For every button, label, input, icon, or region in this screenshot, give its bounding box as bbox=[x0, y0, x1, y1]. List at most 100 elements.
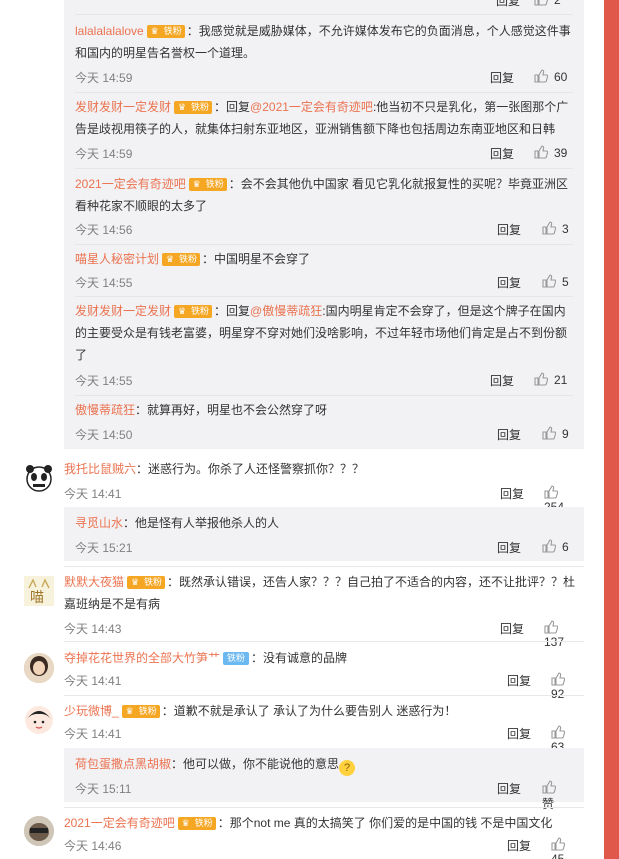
username-link[interactable]: 默默大夜猫 bbox=[64, 575, 124, 589]
fan-badge-icon: ♛ bbox=[125, 706, 134, 716]
like-count: 92 bbox=[551, 687, 565, 701]
fan-badge: ♛ 铁粉 bbox=[146, 25, 185, 38]
like-count: 2 bbox=[554, 0, 561, 7]
timestamp: 今天 14:41 bbox=[64, 487, 122, 501]
like-button[interactable]: 9 bbox=[542, 426, 569, 441]
reply-text: 寻觅山水：他是怪有人举报他杀人的人 bbox=[75, 516, 280, 530]
reply-button[interactable]: 回复 bbox=[497, 426, 521, 443]
like-button[interactable]: 39 bbox=[534, 145, 567, 160]
username-link[interactable]: lalalalalalove bbox=[75, 24, 144, 38]
username-link[interactable]: 荷包蛋撒点黑胡椒 bbox=[75, 757, 171, 771]
reply-text: 荷包蛋撒点黑胡椒：他可以做，你不能说他的意思? bbox=[75, 753, 573, 776]
thumbs-up-icon bbox=[542, 426, 556, 440]
reply-item: 荷包蛋撒点黑胡椒：他可以做，你不能说他的意思? 今天 15:11 回复 赞 bbox=[75, 753, 573, 811]
like-button[interactable]: 6 bbox=[542, 539, 569, 554]
thumbs-up-icon bbox=[544, 620, 558, 634]
fan-badge-icon: ♛ bbox=[177, 306, 187, 316]
fan-badge: ♛ 铁粉 bbox=[121, 705, 160, 718]
reply-text: 2021一定会有奇迹吧 ♛ 铁粉 ：会不会其他仇中国家 看见它乳化就报复性的买呢？毕竟… bbox=[75, 177, 569, 213]
username-link[interactable]: 发财发财一定发财 bbox=[75, 304, 171, 318]
divider bbox=[75, 14, 573, 15]
comment-item: 少玩微博_ ♛ 铁粉 ：道歉不就是承认了 承认了为什么要告别人 迷惑行为！ 今天 14… bbox=[64, 700, 584, 754]
fan-badge-icon: ♛ bbox=[181, 818, 190, 828]
reply-button[interactable]: 回复 bbox=[497, 539, 521, 556]
reply-button[interactable]: 回复 bbox=[497, 274, 521, 291]
reply-text: 发财发财一定发财 ♛ 铁粉 ：回复@傲慢蒂疏狂:国内明星肯定不会穿了，但是这个牌子在国… bbox=[75, 304, 568, 362]
reply-thread: 荷包蛋撒点黑胡椒：他可以做，你不能说他的意思? 今天 15:11 回复 赞 bbox=[64, 748, 584, 811]
thinking-emoji-icon: ? bbox=[339, 760, 356, 776]
like-button[interactable]: 2 bbox=[534, 0, 561, 7]
reply-button[interactable]: 回复 bbox=[507, 725, 531, 742]
username-link[interactable]: 少玩微博_ bbox=[64, 704, 119, 718]
divider bbox=[75, 395, 573, 396]
reply-button[interactable]: 回复 bbox=[500, 485, 524, 502]
like-button[interactable]: 92 bbox=[551, 672, 584, 701]
reply-thread: 回复 2 lalalalalalove ♛ 铁粉 ：我感觉就是威胁媒体，不允许媒体发布… bbox=[64, 0, 584, 449]
reply-item: 傲慢蒂疏狂：就算再好，明星也不会公然穿了呀 今天 14:50 回复 9 bbox=[75, 399, 573, 442]
reply-button[interactable]: 回复 bbox=[507, 672, 531, 689]
panda-avatar-icon bbox=[26, 465, 52, 492]
username-link[interactable]: 傲慢蒂疏狂 bbox=[75, 403, 135, 417]
avatar[interactable] bbox=[24, 705, 54, 735]
username-link[interactable]: 寻觅山水 bbox=[75, 516, 123, 530]
timestamp: 今天 14:41 bbox=[64, 674, 122, 688]
username-link[interactable]: 发财发财一定发财 bbox=[75, 100, 171, 114]
reply-item: 2021一定会有奇迹吧 ♛ 铁粉 ：会不会其他仇中国家 看见它乳化就报复性的买呢？毕竟… bbox=[75, 173, 573, 237]
comment-item: 我托比鼠贼六：迷惑行为。你杀了人还怪警察抓你？？？ 今天 14:41 回复 25… bbox=[64, 458, 584, 514]
avatar[interactable] bbox=[24, 653, 54, 683]
fan-badge: ♛ 铁粉 bbox=[162, 253, 201, 266]
username-link[interactable]: 2021一定会有奇迹吧 bbox=[64, 816, 175, 830]
like-count: 60 bbox=[554, 70, 568, 84]
comment-panel: 回复 2 lalalalalalove ♛ 铁粉 ：我感觉就是威胁媒体，不允许媒体发布… bbox=[0, 0, 604, 859]
like-button[interactable]: 5 bbox=[542, 274, 569, 289]
reply-button[interactable]: 回复 bbox=[490, 69, 514, 86]
reply-button[interactable]: 回复 bbox=[490, 145, 514, 162]
divider bbox=[75, 92, 573, 93]
timestamp: 今天 14:55 bbox=[75, 374, 133, 388]
like-count: 21 bbox=[554, 373, 568, 387]
timestamp: 今天 15:21 bbox=[75, 541, 133, 555]
fan-badge: ♛ 铁粉 bbox=[177, 817, 216, 830]
fan-badge-icon: ♛ bbox=[130, 577, 140, 587]
reply-button[interactable]: 回复 bbox=[507, 837, 531, 854]
reply-button[interactable]: 回复 bbox=[500, 620, 524, 637]
avatar[interactable] bbox=[24, 463, 54, 493]
like-button[interactable]: 21 bbox=[534, 372, 567, 387]
username-link[interactable]: 喵星人秘密计划 bbox=[75, 252, 159, 266]
reply-item: 发财发财一定发财 ♛ 铁粉 ：回复@2021一定会有奇迹吧:他当初不只是乳化，第一张图… bbox=[75, 96, 573, 161]
timestamp: 今天 14:41 bbox=[64, 727, 122, 741]
mention-link[interactable]: @傲慢蒂疏狂 bbox=[250, 304, 322, 318]
cartoon-avatar-icon bbox=[25, 706, 53, 734]
like-button[interactable]: 137 bbox=[544, 620, 584, 649]
username-link[interactable]: 我托比鼠贼六 bbox=[64, 462, 136, 476]
comment-text: 2021一定会有奇迹吧 ♛ 铁粉 ：那个not me 真的太搞笑了 你们爱的是中国的钱… bbox=[64, 816, 553, 830]
divider bbox=[64, 695, 584, 696]
like-count: 赞 bbox=[542, 797, 555, 811]
cat-avatar-icon: 喵 bbox=[28, 578, 50, 606]
thumbs-up-icon bbox=[534, 145, 548, 159]
avatar[interactable]: 喵 bbox=[24, 576, 54, 606]
like-button[interactable]: 3 bbox=[542, 221, 569, 236]
reply-button[interactable]: 回复 bbox=[497, 780, 521, 797]
thumbs-up-icon bbox=[534, 372, 548, 386]
fan-badge: ♛ 铁粉 bbox=[174, 101, 213, 114]
timestamp: 今天 14:55 bbox=[75, 276, 133, 290]
reply-button[interactable]: 回复 bbox=[496, 0, 520, 9]
fan-badge: ♛ 铁粉 bbox=[188, 178, 227, 191]
thumbs-up-icon bbox=[551, 672, 565, 686]
fan-badge: ♛ 铁粉 bbox=[127, 576, 166, 589]
divider bbox=[75, 244, 573, 245]
reply-item: 喵星人秘密计划 ♛ 铁粉 ：中国明星不会穿了 今天 14:55 回复 5 bbox=[75, 248, 573, 290]
comment-item: 2021一定会有奇迹吧 ♛ 铁粉 ：那个not me 真的太搞笑了 你们爱的是中国的钱… bbox=[64, 812, 584, 859]
reply-button[interactable]: 回复 bbox=[490, 372, 514, 389]
like-count: 45 bbox=[551, 852, 565, 859]
like-button[interactable]: 45 bbox=[551, 837, 584, 859]
username-link[interactable]: 2021一定会有奇迹吧 bbox=[75, 177, 186, 191]
svg-text:喵: 喵 bbox=[30, 590, 44, 606]
username-link[interactable]: 夺掉花花世界的全部大竹笋艹 bbox=[64, 651, 220, 665]
mention-link[interactable]: @2021一定会有奇迹吧 bbox=[250, 100, 373, 114]
reply-item: lalalalalalove ♛ 铁粉 ：我感觉就是威胁媒体，不允许媒体发布它的负面消… bbox=[75, 20, 573, 85]
reply-button[interactable]: 回复 bbox=[497, 221, 521, 238]
like-button[interactable]: 60 bbox=[534, 69, 567, 84]
avatar[interactable] bbox=[24, 816, 54, 846]
